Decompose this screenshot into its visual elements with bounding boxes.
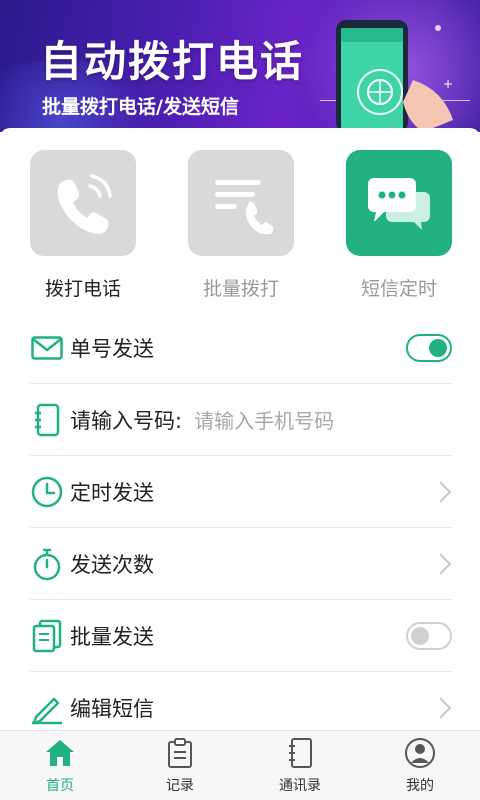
row-batch-send: 批量发送 bbox=[30, 600, 452, 672]
phone-icon bbox=[57, 174, 112, 234]
tile-batch-dial-label: 批量拨打 bbox=[202, 278, 279, 300]
row-single-send-label: 单号发送 bbox=[70, 336, 154, 361]
chevron-right-icon bbox=[439, 697, 452, 719]
batch-dial-icon bbox=[215, 180, 273, 234]
tab-home-label: 首页 bbox=[46, 778, 74, 794]
svg-text:+: + bbox=[443, 77, 453, 91]
tab-records-label: 记录 bbox=[166, 778, 194, 794]
tab-contacts[interactable]: 通讯录 bbox=[240, 731, 360, 800]
row-send-count-label: 发送次数 bbox=[70, 552, 154, 577]
toggle-knob bbox=[411, 627, 429, 645]
batch-send-toggle[interactable] bbox=[406, 622, 452, 650]
row-phone-number[interactable]: 请输入号码: 请输入手机号码 bbox=[30, 384, 452, 456]
row-batch-send-label: 批量发送 bbox=[70, 624, 154, 649]
documents-icon bbox=[30, 619, 64, 653]
tile-sms-schedule[interactable] bbox=[346, 150, 452, 256]
tab-home[interactable]: 首页 bbox=[0, 731, 120, 800]
tile-dial-call[interactable] bbox=[30, 150, 136, 256]
contact-book-icon bbox=[30, 403, 64, 437]
phone-illustration-icon: + bbox=[336, 20, 453, 132]
row-edit-sms-label: 编辑短信 bbox=[70, 697, 154, 721]
banner-title: 自动拨打电话 bbox=[40, 37, 305, 86]
phone-number-input[interactable]: 请输入手机号码 bbox=[194, 405, 334, 434]
tab-profile[interactable]: 我的 bbox=[360, 731, 480, 800]
tile-dial-call-label: 拨打电话 bbox=[44, 278, 121, 300]
tab-contacts-label: 通讯录 bbox=[279, 778, 321, 794]
main-panel: 拨打电话 批量拨打 短信定时 单号发送 请输入号码: 请输入手机号码 定时发送 … bbox=[0, 128, 480, 730]
stopwatch-icon bbox=[30, 547, 64, 581]
clipboard-icon bbox=[164, 737, 196, 769]
row-scheduled-send[interactable]: 定时发送 bbox=[30, 456, 452, 528]
tab-records[interactable]: 记录 bbox=[120, 731, 240, 800]
clock-icon bbox=[30, 475, 64, 509]
feature-tiles: 拨打电话 批量拨打 短信定时 bbox=[0, 150, 480, 300]
row-single-send: 单号发送 bbox=[30, 312, 452, 384]
home-icon bbox=[44, 737, 76, 769]
bottom-tab-bar: 首页 记录 通讯录 我的 bbox=[0, 730, 480, 800]
address-book-icon bbox=[284, 737, 316, 769]
phone-number-label: 请输入号码: bbox=[70, 408, 183, 433]
chat-bubble-icon bbox=[368, 178, 430, 230]
user-icon bbox=[404, 737, 436, 769]
promo-banner[interactable]: 自动拨打电话 批量拨打电话/发送短信 + bbox=[0, 0, 480, 132]
tile-sms-schedule-label: 短信定时 bbox=[360, 278, 437, 300]
banner-subtitle: 批量拨打电话/发送短信 bbox=[42, 96, 239, 118]
chevron-right-icon bbox=[439, 553, 452, 575]
tab-profile-label: 我的 bbox=[406, 778, 434, 794]
row-scheduled-send-label: 定时发送 bbox=[70, 480, 154, 505]
single-send-toggle[interactable] bbox=[406, 334, 452, 362]
mail-icon bbox=[30, 331, 64, 365]
pen-icon bbox=[30, 691, 64, 725]
row-send-count[interactable]: 发送次数 bbox=[30, 528, 452, 600]
toggle-knob bbox=[429, 339, 447, 357]
chevron-right-icon bbox=[439, 481, 452, 503]
tile-batch-dial[interactable] bbox=[188, 150, 294, 256]
